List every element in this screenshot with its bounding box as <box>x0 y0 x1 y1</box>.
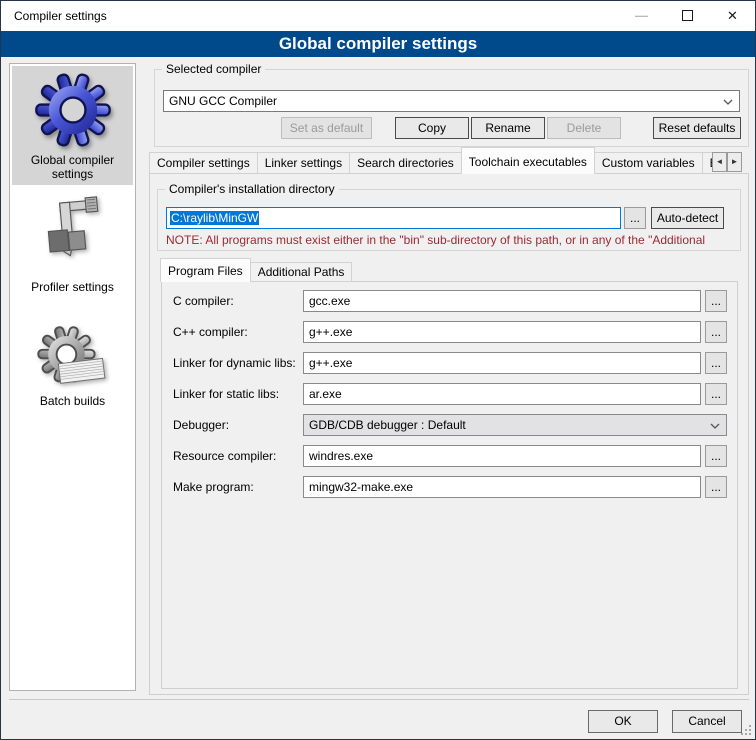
tab-linker-settings[interactable]: Linker settings <box>258 152 350 174</box>
c-compiler-label: C compiler: <box>173 290 301 312</box>
browse-button[interactable]: ... <box>705 383 727 405</box>
rename-button[interactable]: Rename <box>471 117 545 139</box>
debugger-label: Debugger: <box>173 414 301 436</box>
window-title: Compiler settings <box>14 1 107 31</box>
static-linker-label: Linker for static libs: <box>173 383 301 405</box>
sidebar-item-global-compiler-settings[interactable]: Global compiler settings <box>12 66 133 185</box>
resource-compiler-label: Resource compiler: <box>173 445 301 467</box>
cpp-compiler-row: C++ compiler: ... <box>1 321 756 343</box>
maximize-icon <box>682 10 693 21</box>
tab-scroll-right-button[interactable]: ► <box>727 152 742 172</box>
tab-toolchain-executables[interactable]: Toolchain executables <box>461 147 595 174</box>
c-compiler-row: C compiler: ... <box>1 290 756 312</box>
chevron-down-icon <box>723 99 733 105</box>
static-linker-input[interactable] <box>303 383 701 405</box>
settings-category-sidebar: Global compiler settings Profiler settin… <box>9 63 136 691</box>
installation-dir-input[interactable]: C:\raylib\MinGW <box>166 207 621 229</box>
dynamic-linker-row: Linker for dynamic libs: ... <box>1 352 756 374</box>
resize-grip[interactable] <box>740 724 752 736</box>
subtab-program-files[interactable]: Program Files <box>160 258 251 282</box>
cpp-compiler-label: C++ compiler: <box>173 321 301 343</box>
tab-compiler-settings[interactable]: Compiler settings <box>149 152 258 174</box>
minimize-button[interactable]: — <box>619 1 664 30</box>
debugger-row: Debugger: GDB/CDB debugger : Default <box>1 414 756 436</box>
c-compiler-input[interactable] <box>303 290 701 312</box>
browse-button[interactable]: ... <box>705 476 727 498</box>
debugger-combobox-value: GDB/CDB debugger : Default <box>309 418 466 432</box>
group-label: Compiler's installation directory <box>165 182 339 197</box>
close-button[interactable]: ✕ <box>710 1 755 30</box>
reset-defaults-button[interactable]: Reset defaults <box>653 117 741 139</box>
executables-subtab-strip: Program Files Additional Paths <box>161 258 352 282</box>
subtab-additional-paths[interactable]: Additional Paths <box>251 262 353 282</box>
make-program-row: Make program: ... <box>1 476 756 498</box>
static-linker-row: Linker for static libs: ... <box>1 383 756 405</box>
auto-detect-button[interactable]: Auto-detect <box>651 207 724 229</box>
make-program-label: Make program: <box>173 476 301 498</box>
set-as-default-button[interactable]: Set as default <box>281 117 372 139</box>
titlebar[interactable]: Compiler settings — ✕ <box>1 1 755 31</box>
maximize-button[interactable] <box>665 1 710 30</box>
cpp-compiler-input[interactable] <box>303 321 701 343</box>
browse-button[interactable]: ... <box>705 352 727 374</box>
caliper-icon <box>35 192 111 276</box>
compiler-combobox[interactable]: GNU GCC Compiler <box>163 90 740 112</box>
browse-directory-button[interactable]: ... <box>624 207 646 229</box>
chevron-down-icon <box>710 423 720 429</box>
compiler-settings-window: Compiler settings — ✕ Global compiler se… <box>0 0 756 740</box>
blue-gear-icon <box>34 71 112 149</box>
debugger-combobox[interactable]: GDB/CDB debugger : Default <box>303 414 727 436</box>
cancel-button[interactable]: Cancel <box>672 710 742 733</box>
group-label: Selected compiler <box>162 62 265 77</box>
footer-separator <box>9 699 749 700</box>
dynamic-linker-input[interactable] <box>303 352 701 374</box>
note-text: NOTE: All programs must exist either in … <box>166 233 739 247</box>
selected-text: C:\raylib\MinGW <box>170 211 259 225</box>
settings-tab-strip: Compiler settings Linker settings Search… <box>149 147 712 174</box>
tab-search-directories[interactable]: Search directories <box>350 152 462 174</box>
sidebar-item-label: Global compiler settings <box>12 153 133 181</box>
compiler-combobox-value: GNU GCC Compiler <box>169 94 277 108</box>
tab-scroll-left-button[interactable]: ◄ <box>712 152 727 172</box>
dynamic-linker-label: Linker for dynamic libs: <box>173 352 301 374</box>
browse-button[interactable]: ... <box>705 290 727 312</box>
delete-button[interactable]: Delete <box>547 117 621 139</box>
tab-custom-variables[interactable]: Custom variables <box>595 152 703 174</box>
browse-button[interactable]: ... <box>705 321 727 343</box>
dialog-banner: Global compiler settings <box>1 31 755 57</box>
browse-button[interactable]: ... <box>705 445 727 467</box>
resource-compiler-row: Resource compiler: ... <box>1 445 756 467</box>
copy-button[interactable]: Copy <box>395 117 469 139</box>
sidebar-item-profiler-settings[interactable]: Profiler settings <box>12 190 133 294</box>
make-program-input[interactable] <box>303 476 701 498</box>
resource-compiler-input[interactable] <box>303 445 701 467</box>
ok-button[interactable]: OK <box>588 710 658 733</box>
tab-build-options-clipped[interactable]: Builc <box>703 152 712 174</box>
